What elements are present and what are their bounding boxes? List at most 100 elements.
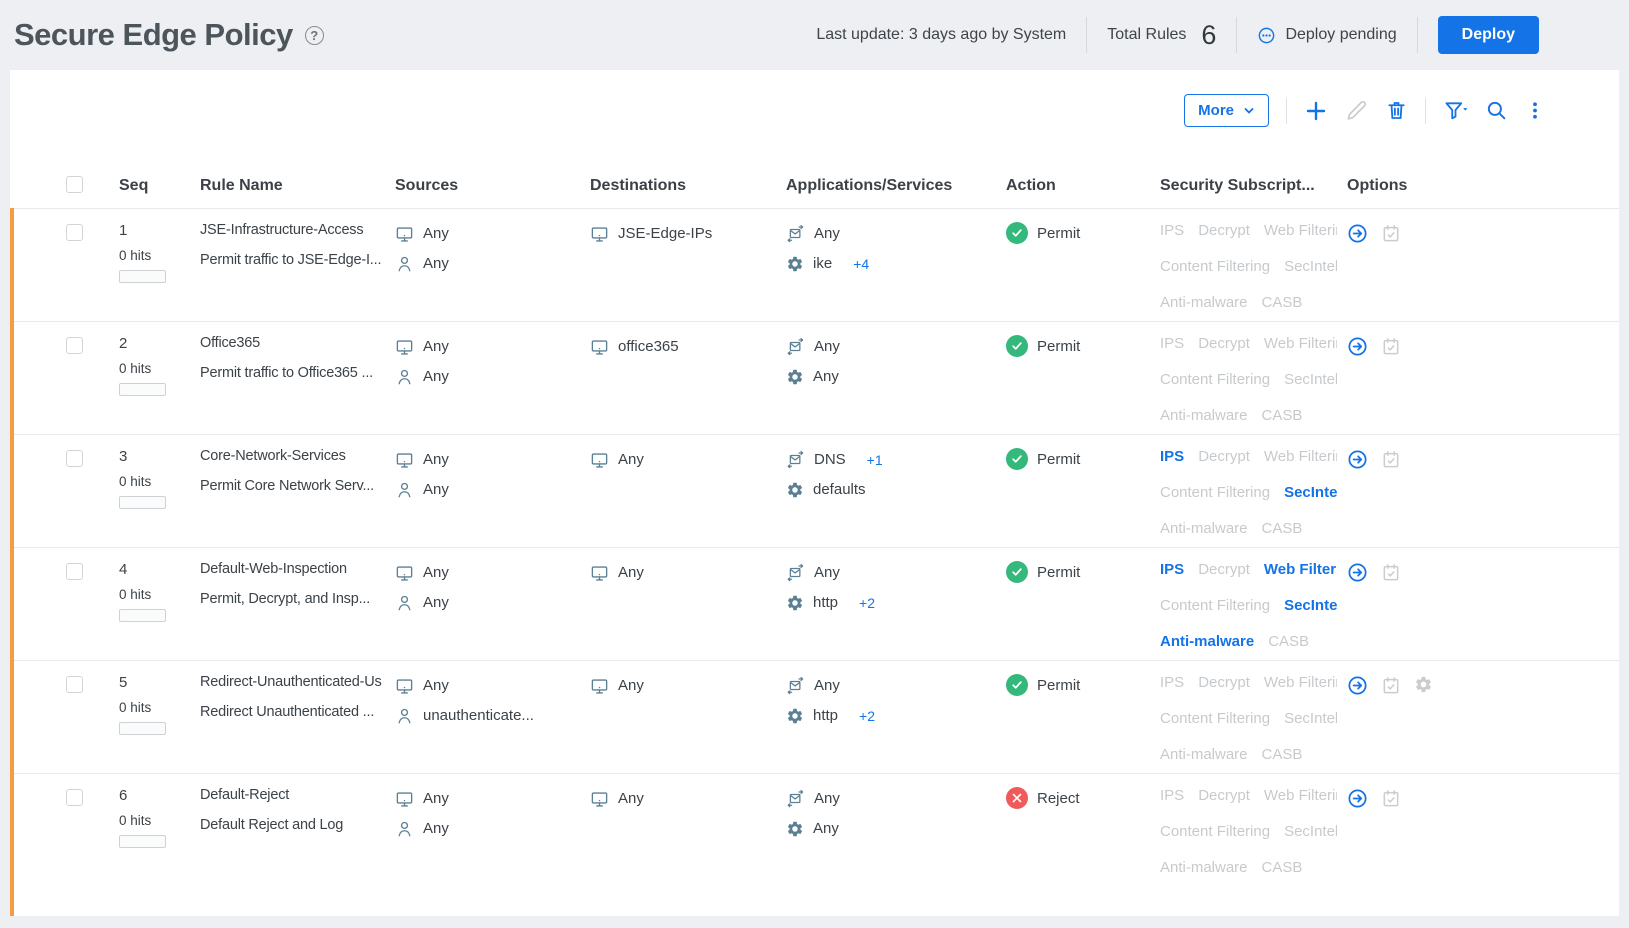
address-icon bbox=[396, 339, 413, 355]
service-icon bbox=[787, 595, 803, 610]
rule-name[interactable]: Office365 bbox=[200, 335, 382, 351]
policy-table-card: More Seq Rule Name Sources Destinations … bbox=[10, 70, 1619, 916]
source-address: Any bbox=[423, 225, 449, 242]
service-value: defaults bbox=[813, 481, 866, 498]
destination-address: Any bbox=[618, 790, 644, 807]
service-icon bbox=[787, 482, 803, 497]
service-more-link[interactable]: +2 bbox=[859, 708, 875, 724]
reject-icon bbox=[1012, 793, 1022, 803]
rule-name[interactable]: JSE-Infrastructure-Access bbox=[200, 222, 382, 238]
row-checkbox[interactable] bbox=[66, 224, 83, 241]
schedule-icon[interactable] bbox=[1381, 562, 1401, 583]
deploy-pending-icon bbox=[1257, 26, 1276, 45]
search-icon[interactable] bbox=[1485, 99, 1508, 122]
subscription-anti-malware: Anti-malware bbox=[1160, 407, 1248, 424]
service-value: http bbox=[813, 594, 839, 611]
action-label: Permit bbox=[1037, 676, 1081, 694]
service-more-link[interactable]: +4 bbox=[853, 256, 869, 272]
user-icon bbox=[398, 821, 411, 836]
subscription-secintel: SecIntel bbox=[1284, 258, 1337, 275]
hit-count-bar bbox=[119, 270, 166, 283]
rule-name[interactable]: Default-Reject bbox=[200, 787, 382, 803]
user-icon bbox=[398, 482, 411, 497]
rule-name[interactable]: Core-Network-Services bbox=[200, 448, 382, 464]
subscription-line: Anti-malware CASB bbox=[1160, 294, 1337, 316]
add-icon[interactable] bbox=[1304, 99, 1328, 123]
rule-description: Redirect Unauthenticated ... bbox=[200, 704, 375, 720]
filter-icon[interactable] bbox=[1443, 99, 1468, 122]
action-badge[interactable] bbox=[1006, 674, 1028, 696]
kebab-menu-icon[interactable] bbox=[1525, 99, 1545, 122]
row-checkbox[interactable] bbox=[66, 450, 83, 467]
applications-cell: Any Any bbox=[776, 335, 996, 434]
subscriptions-cell: IPS Decrypt Web Filtering Content Filtering… bbox=[1150, 561, 1337, 660]
schedule-icon[interactable] bbox=[1381, 675, 1401, 696]
row-checkbox[interactable] bbox=[66, 676, 83, 693]
action-badge[interactable] bbox=[1006, 448, 1028, 470]
subscription-web-filtering: Web Filtering bbox=[1263, 787, 1337, 804]
advanced-settings-icon[interactable] bbox=[1414, 675, 1433, 694]
destinations-cell: Any bbox=[580, 674, 776, 773]
rule-name[interactable]: Redirect-Unauthenticated-Us bbox=[200, 674, 382, 690]
source-user: Any bbox=[423, 255, 449, 272]
subscription-secintel: SecIntel bbox=[1284, 371, 1337, 388]
action-badge[interactable] bbox=[1006, 222, 1028, 244]
schedule-icon[interactable] bbox=[1381, 788, 1401, 809]
destination-address: Any bbox=[618, 451, 644, 468]
subscription-casb: CASB bbox=[1268, 633, 1310, 650]
subscription-line: Content Filtering SecIntel bbox=[1160, 371, 1337, 393]
help-icon[interactable]: ? bbox=[304, 25, 324, 45]
application-more-link[interactable]: +1 bbox=[867, 452, 883, 468]
subscription-anti-malware: Anti-malware bbox=[1160, 859, 1248, 876]
select-all-checkbox[interactable] bbox=[66, 176, 83, 193]
seq-cell: 5 0 hits bbox=[109, 674, 190, 773]
deploy-pending-badge[interactable]: Deploy pending bbox=[1257, 26, 1397, 45]
subscription-line: Anti-malware CASB bbox=[1160, 407, 1337, 429]
sources-cell: Any Any bbox=[385, 222, 580, 321]
subscription-ips: IPS bbox=[1160, 787, 1185, 804]
delete-icon[interactable] bbox=[1385, 99, 1408, 122]
more-chevron-icon bbox=[1244, 107, 1254, 114]
destinations-cell: Any bbox=[580, 787, 776, 886]
action-badge[interactable] bbox=[1006, 787, 1028, 809]
rule-name[interactable]: Default-Web-Inspection bbox=[200, 561, 382, 577]
subscription-line: IPS Decrypt Web Filtering bbox=[1160, 674, 1337, 696]
seq-cell: 1 0 hits bbox=[109, 222, 190, 321]
row-checkbox[interactable] bbox=[66, 563, 83, 580]
subscription-casb: CASB bbox=[1261, 520, 1303, 537]
service-icon bbox=[787, 256, 803, 271]
subscription-decrypt: Decrypt bbox=[1198, 222, 1250, 239]
redirect-icon[interactable] bbox=[1347, 788, 1368, 809]
row-checkbox[interactable] bbox=[66, 337, 83, 354]
rule-name-cell: Default-Reject Default Reject and Log bbox=[190, 787, 385, 886]
redirect-icon[interactable] bbox=[1347, 336, 1368, 357]
application-icon bbox=[787, 450, 804, 469]
subscription-line: IPS Decrypt Web Filtering bbox=[1160, 222, 1337, 244]
row-checkbox[interactable] bbox=[66, 789, 83, 806]
action-badge[interactable] bbox=[1006, 561, 1028, 583]
deploy-button[interactable]: Deploy bbox=[1437, 16, 1539, 54]
redirect-icon[interactable] bbox=[1347, 675, 1368, 696]
subscription-line: Anti-malware CASB bbox=[1160, 633, 1337, 655]
schedule-icon[interactable] bbox=[1381, 449, 1401, 470]
source-address: Any bbox=[423, 338, 449, 355]
subscriptions-cell: IPS Decrypt Web Filtering Content Filtering… bbox=[1150, 335, 1337, 434]
address-icon bbox=[396, 791, 413, 807]
hit-count: 0 hits bbox=[119, 474, 152, 489]
subscription-ips: IPS bbox=[1160, 335, 1185, 352]
schedule-icon[interactable] bbox=[1381, 336, 1401, 357]
redirect-icon[interactable] bbox=[1347, 223, 1368, 244]
subscription-content-filtering: Content Filtering bbox=[1160, 258, 1271, 275]
sources-cell: Any Any bbox=[385, 335, 580, 434]
schedule-icon[interactable] bbox=[1381, 223, 1401, 244]
edit-icon[interactable] bbox=[1345, 99, 1368, 122]
service-more-link[interactable]: +2 bbox=[859, 595, 875, 611]
destinations-cell: JSE-Edge-IPs bbox=[580, 222, 776, 321]
redirect-icon[interactable] bbox=[1347, 449, 1368, 470]
more-button[interactable]: More bbox=[1184, 94, 1269, 127]
col-header-action: Action bbox=[1006, 177, 1056, 194]
action-badge[interactable] bbox=[1006, 335, 1028, 357]
subscription-casb: CASB bbox=[1261, 746, 1303, 763]
redirect-icon[interactable] bbox=[1347, 562, 1368, 583]
rule-description: Permit traffic to Office365 ... bbox=[200, 365, 373, 381]
